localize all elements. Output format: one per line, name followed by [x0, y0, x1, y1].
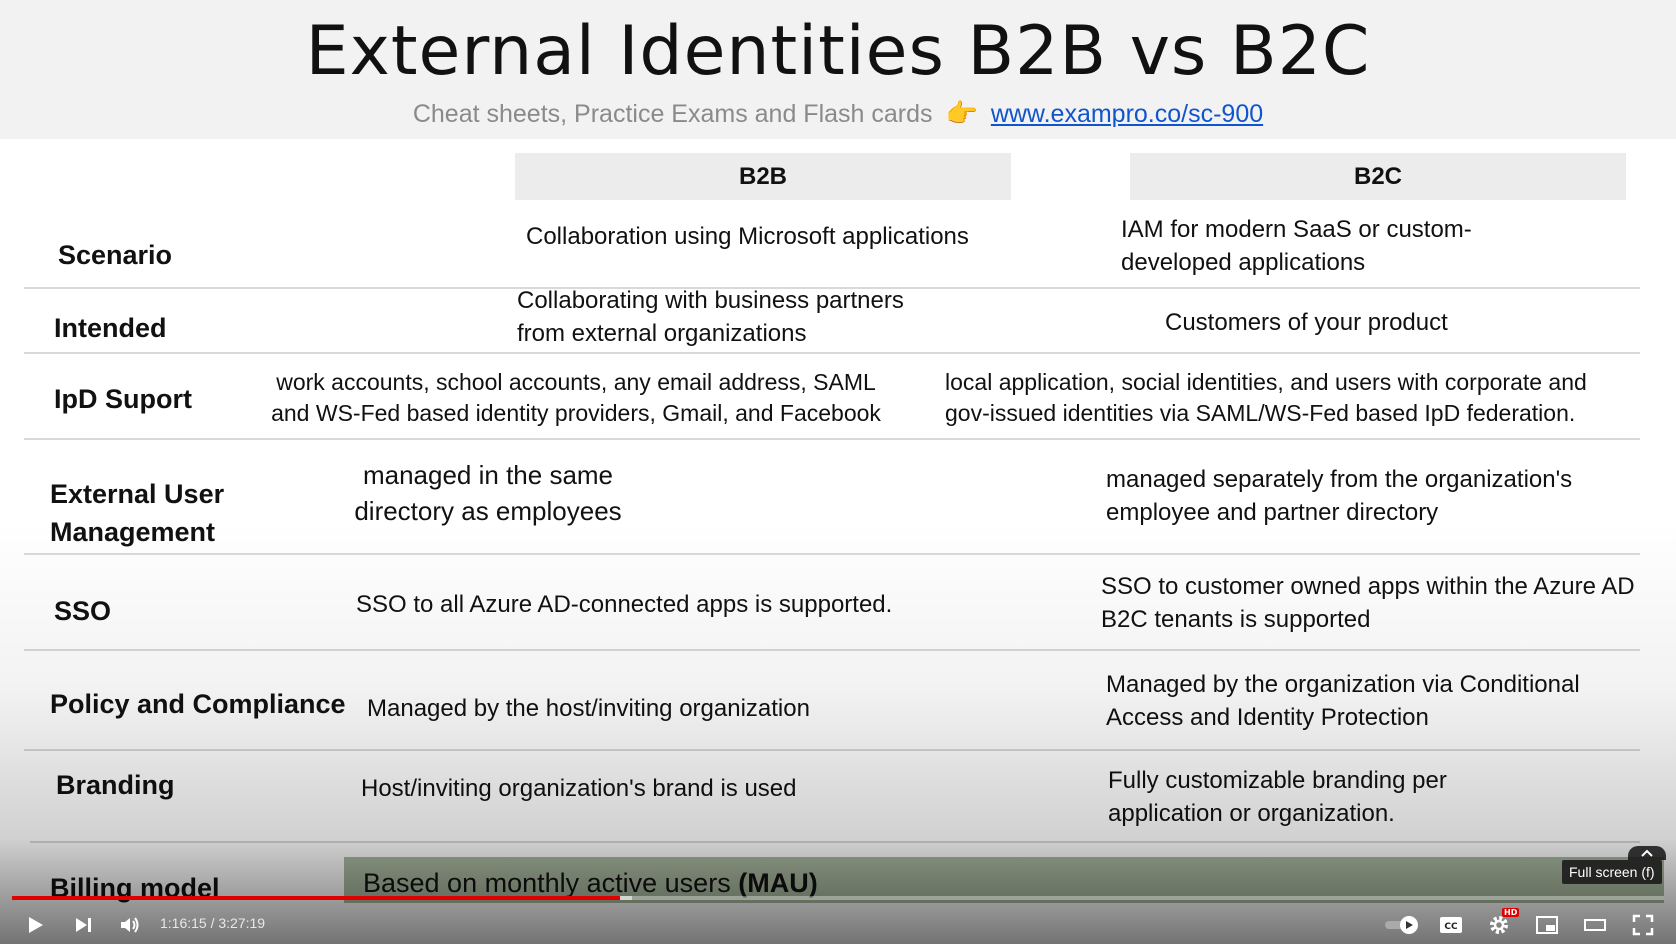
slide: External Identities B2B vs B2C Cheat she… — [0, 0, 1676, 944]
progress-bar[interactable] — [12, 896, 1664, 900]
settings-button[interactable]: HD — [1482, 908, 1520, 942]
row-divider — [24, 438, 1640, 440]
player-controls: 1:16:15 / 3:27:19 CC HD — [0, 904, 1676, 944]
cell-scenario-b2c: IAM for modern SaaS or custom-developed … — [1121, 216, 1472, 276]
row-label-ipd-support: IpD Suport — [54, 384, 192, 414]
autoplay-toggle-icon — [1385, 916, 1418, 934]
slide-title: External Identities B2B vs B2C — [305, 12, 1371, 91]
billing-text: Based on monthly active users — [363, 868, 731, 898]
exampro-link[interactable]: www.exampro.co/sc-900 — [991, 100, 1263, 128]
progress-played — [12, 896, 620, 900]
row-label-external-user-management: External User Management — [50, 479, 225, 547]
fullscreen-tooltip: Full screen (f) — [1562, 860, 1662, 884]
cell-branding-b2c: Fully customizable branding per applicat… — [1108, 767, 1447, 827]
next-icon — [76, 918, 91, 932]
miniplayer-icon — [1536, 916, 1558, 934]
billing-mau: (MAU) — [738, 868, 818, 898]
volume-button[interactable] — [113, 908, 147, 942]
cell-scenario-b2b: Collaboration using Microsoft applicatio… — [526, 223, 969, 250]
subtitle-text: Cheat sheets, Practice Exams and Flash c… — [412, 100, 933, 128]
volume-icon — [121, 917, 139, 933]
hd-badge: HD — [1502, 908, 1520, 917]
column-header-b2b: B2B — [515, 153, 1011, 200]
fullscreen-icon — [1632, 914, 1654, 936]
cell-sso-b2c: SSO to customer owned apps within the Az… — [1101, 573, 1635, 633]
row-label-policy-compliance: Policy and Compliance — [50, 689, 346, 719]
fullscreen-button[interactable] — [1626, 908, 1660, 942]
cell-ipd-support-b2c: local application, social identities, an… — [945, 369, 1587, 426]
row-divider — [24, 352, 1640, 354]
row-divider — [24, 749, 1640, 751]
play-icon — [29, 917, 43, 933]
svg-text:CC: CC — [1444, 922, 1458, 932]
row-label-sso: SSO — [54, 596, 112, 626]
row-label-intended: Intended — [54, 313, 167, 343]
cell-policy-b2c: Managed by the organization via Conditio… — [1106, 671, 1580, 731]
slide-subtitle: Cheat sheets, Practice Exams and Flash c… — [0, 98, 1676, 129]
column-header-b2c: B2C — [1130, 153, 1626, 200]
time-display: 1:16:15 / 3:27:19 — [160, 915, 266, 931]
row-label-billing-model: Billing model — [50, 873, 220, 903]
row-divider — [30, 841, 1640, 843]
row-label-branding: Branding — [56, 770, 175, 800]
cell-intended-b2c: Customers of your product — [1165, 309, 1448, 336]
cell-ipd-support-b2b: work accounts, school accounts, any emai… — [271, 369, 881, 426]
row-divider — [24, 553, 1640, 555]
cell-branding-b2b: Host/inviting organization's brand is us… — [361, 775, 797, 802]
cell-user-management-b2c: managed separately from the organization… — [1106, 466, 1573, 526]
captions-button[interactable]: CC — [1434, 908, 1468, 942]
cell-user-management-b2b: managed in the same directory as employe… — [354, 460, 622, 526]
theater-mode-button[interactable] — [1578, 908, 1612, 942]
row-divider — [24, 649, 1640, 651]
scroll-up-icon[interactable] — [1628, 846, 1666, 860]
autoplay-toggle[interactable] — [1382, 908, 1422, 942]
cell-policy-b2b: Managed by the host/inviting organizatio… — [367, 695, 810, 722]
captions-icon: CC — [1440, 917, 1462, 933]
miniplayer-button[interactable] — [1530, 908, 1564, 942]
theater-icon — [1584, 919, 1606, 931]
next-button[interactable] — [66, 908, 100, 942]
row-label-scenario: Scenario — [58, 240, 173, 270]
pointing-hand-icon: 👉 — [945, 98, 978, 128]
cell-intended-b2b: Collaborating with business partners fro… — [517, 287, 904, 347]
play-button[interactable] — [18, 908, 52, 942]
cell-sso-b2b: SSO to all Azure AD-connected apps is su… — [356, 591, 893, 618]
